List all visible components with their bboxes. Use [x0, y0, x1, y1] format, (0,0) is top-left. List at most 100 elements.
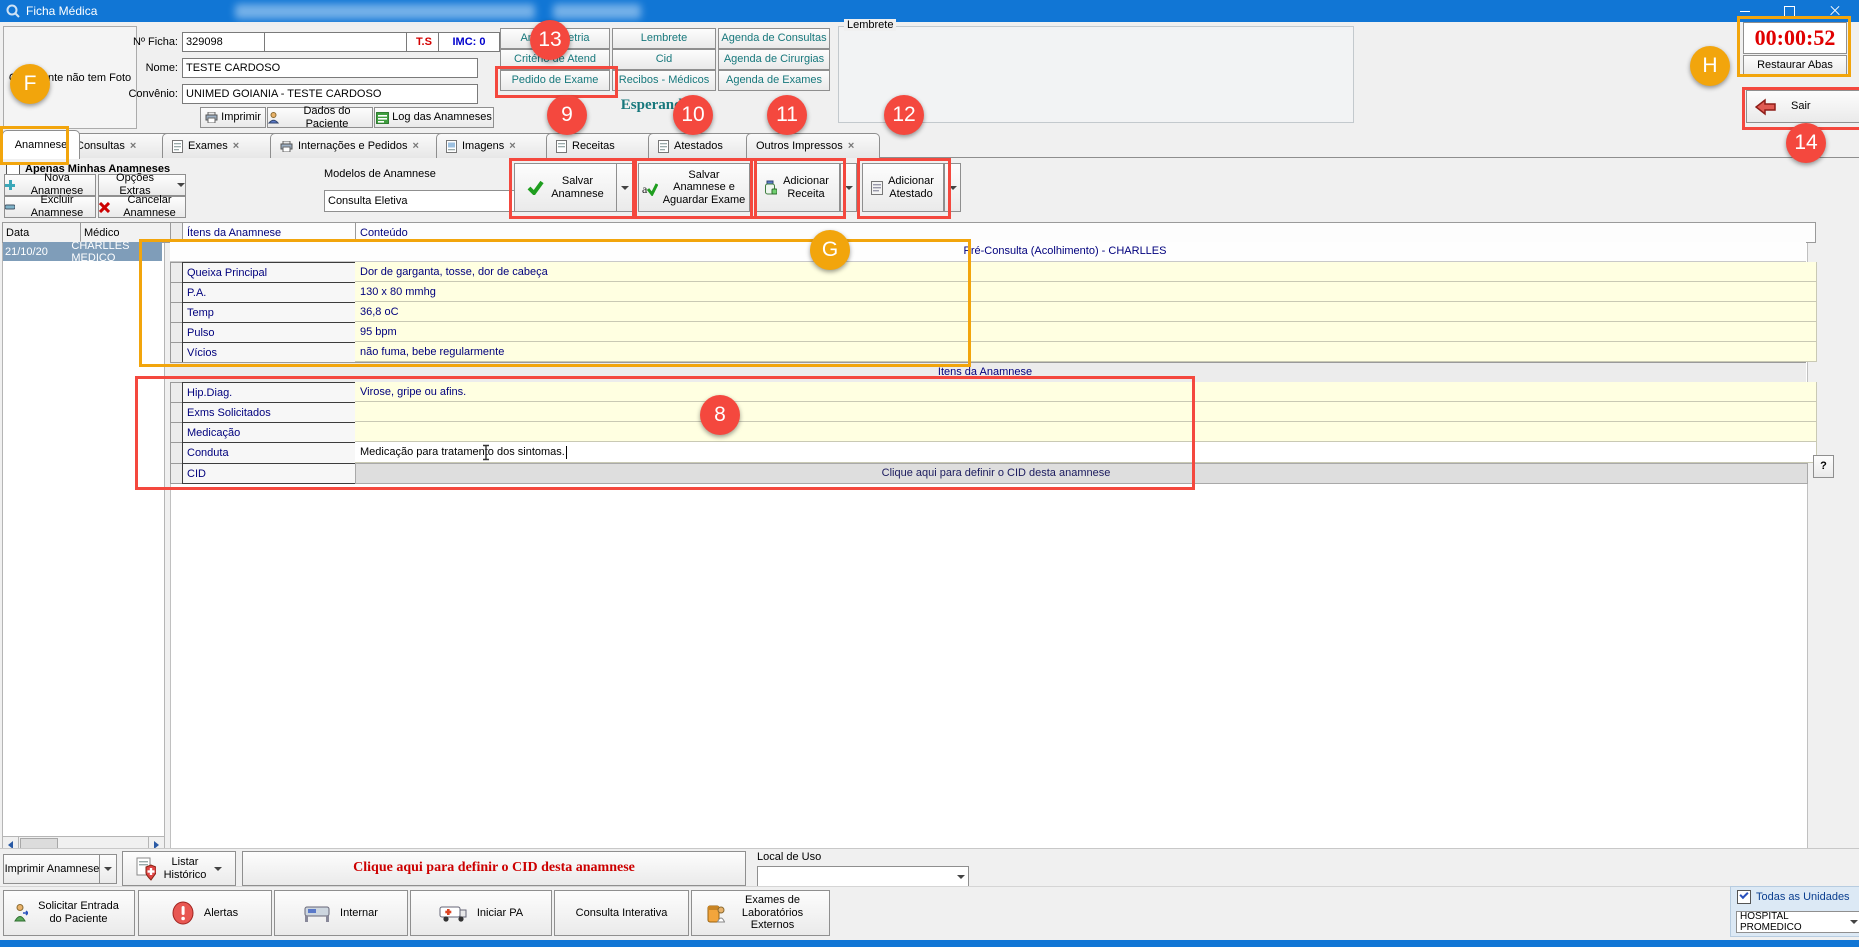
exames-laboratorios-externos-button[interactable]: Exames de Laboratórios Externos — [691, 890, 830, 936]
document-icon — [658, 140, 669, 153]
annotation-box-9 — [509, 158, 635, 219]
minimize-icon — [1740, 11, 1750, 12]
recibos-medicos-button[interactable]: Recibos - Médicos — [612, 70, 716, 91]
modelo-anamnese-select[interactable]: Consulta Eletiva — [324, 190, 530, 212]
unidade-select[interactable]: HOSPITAL PROMEDICO — [1736, 911, 1859, 933]
annotation-circle-12: 12 — [884, 95, 924, 135]
todas-as-unidades-checkbox[interactable]: Todas as Unidades — [1737, 890, 1850, 904]
ambulance-icon — [439, 903, 467, 923]
local-de-uso-select[interactable] — [757, 866, 969, 887]
ficha-input[interactable]: 329098 — [182, 32, 268, 52]
new-icon — [5, 180, 15, 190]
help-button[interactable]: ? — [1813, 455, 1834, 478]
annotation-circle-H: H — [1690, 46, 1730, 86]
imprimir-button[interactable]: Imprimir — [200, 107, 266, 128]
checkbox-checked-icon — [1737, 890, 1751, 904]
annotation-circle-13: 13 — [530, 20, 570, 60]
nome-label: Nome: — [108, 62, 178, 74]
tab-internacoes-e-pedidos[interactable]: Internações e Pedidos× — [270, 133, 448, 158]
tab-close-icon[interactable]: × — [130, 140, 136, 152]
cancelar-anamnese-button[interactable]: Cancelar Anamnese — [98, 196, 186, 218]
annotation-circle-10: 10 — [673, 95, 713, 135]
alertas-button[interactable]: Alertas — [138, 890, 272, 936]
imprimir-anamnese-button[interactable]: Imprimir Anamnese — [3, 854, 101, 884]
cid-button[interactable]: Cid — [612, 49, 716, 70]
ficha-label: Nº Ficha: — [108, 36, 178, 48]
lembrete-groupbox-label: Lembrete — [844, 19, 896, 31]
ficha-medica-window: Ficha Médica O Paciente não tem Foto Nº … — [0, 0, 1859, 947]
log-das-anamneses-button[interactable]: Log das Anamneses — [374, 107, 494, 128]
annotation-circle-9: 9 — [547, 95, 587, 135]
chevron-down-icon — [957, 875, 965, 879]
tab-outros-impressos[interactable]: Outros Impressos× — [746, 133, 880, 158]
annotation-circle-11: 11 — [767, 95, 807, 135]
annotation-box-12 — [857, 158, 951, 219]
annotation-box-8 — [135, 376, 1195, 490]
opcoes-extras-button[interactable]: Opções Extras — [98, 174, 186, 196]
printer-icon — [205, 112, 218, 123]
person-icon — [268, 112, 279, 124]
history-shield-icon — [136, 857, 156, 881]
tab-consultas[interactable]: Consultas× — [66, 133, 174, 158]
iniciar-pa-button[interactable]: Iniciar PA — [410, 890, 552, 936]
ficha-secondary-input[interactable] — [264, 32, 410, 52]
tab-close-icon[interactable]: × — [848, 140, 854, 152]
lembrete-button[interactable]: Lembrete — [612, 28, 716, 49]
annotation-circle-14: 14 — [1786, 123, 1826, 163]
tab-receitas[interactable]: Receitas — [546, 133, 662, 158]
convenio-label: Convênio: — [108, 88, 178, 100]
tab-atestados[interactable]: Atestados — [648, 133, 760, 158]
chevron-down-icon — [177, 183, 185, 187]
document-icon — [556, 140, 567, 153]
window-title: Ficha Médica — [26, 4, 97, 18]
tab-exames[interactable]: Exames× — [162, 133, 282, 158]
tab-close-icon[interactable]: × — [233, 140, 239, 152]
person-enter-icon — [14, 904, 28, 922]
definir-cid-button[interactable]: Clique aqui para definir o CID desta ana… — [242, 851, 746, 886]
consulta-interativa-button[interactable]: Consulta Interativa — [554, 890, 689, 936]
maximize-icon — [1784, 6, 1795, 17]
agenda-de-exames-button[interactable]: Agenda de Exames — [718, 70, 830, 91]
specimen-icon — [707, 902, 725, 924]
annotation-circle-F: F — [10, 64, 50, 104]
imc-button[interactable]: IMC: 0 — [438, 32, 500, 52]
annotation-box-10 — [634, 158, 757, 219]
annotation-circle-G: G — [810, 230, 850, 270]
chevron-down-icon — [104, 867, 112, 871]
solicitar-entrada-button[interactable]: Solicitar Entrada do Paciente — [3, 890, 135, 936]
nova-anamnese-button[interactable]: Nova Anamnese — [4, 174, 96, 196]
chevron-down-icon — [214, 867, 222, 871]
annotation-box-H — [1737, 16, 1851, 77]
redacted-title-text — [235, 4, 535, 19]
remove-icon — [5, 204, 15, 210]
agenda-de-cirurgias-button[interactable]: Agenda de Cirurgias — [718, 49, 830, 70]
tab-close-icon[interactable]: × — [412, 140, 418, 152]
listar-historico-button[interactable]: Listar Histórico — [122, 851, 236, 886]
tab-imagens[interactable]: Imagens× — [436, 133, 560, 158]
alert-icon — [172, 901, 194, 925]
chevron-down-icon — [1850, 920, 1858, 924]
annotation-circle-8: 8 — [700, 395, 740, 435]
window-frame-bottom — [0, 940, 1859, 947]
document-icon — [172, 140, 183, 153]
agenda-de-consultas-button[interactable]: Agenda de Consultas — [718, 28, 830, 49]
local-de-uso-label: Local de Uso — [757, 851, 821, 863]
printer-icon — [280, 141, 293, 152]
nome-input[interactable]: TESTE CARDOSO — [182, 58, 478, 78]
redacted-title-text — [553, 4, 641, 19]
tab-close-icon[interactable]: × — [509, 140, 515, 152]
annotation-box-13 — [495, 66, 618, 98]
excluir-anamnese-button[interactable]: Excluir Anamnese — [4, 196, 96, 218]
app-icon — [6, 4, 20, 18]
log-icon — [376, 112, 389, 124]
ts-button[interactable]: T.S — [406, 32, 442, 52]
annotation-box-F — [0, 126, 69, 165]
convenio-input[interactable]: UNIMED GOIANIA - TESTE CARDOSO — [182, 84, 478, 104]
modelos-de-anamnese-label: Modelos de Anamnese — [324, 168, 436, 180]
dados-do-paciente-button[interactable]: Dados do Paciente — [267, 107, 373, 128]
imprimir-anamnese-dropdown[interactable] — [99, 854, 117, 884]
internar-button[interactable]: Internar — [274, 890, 408, 936]
image-icon — [446, 140, 457, 153]
annotation-box-11 — [750, 158, 846, 219]
cancel-x-icon — [99, 202, 110, 213]
